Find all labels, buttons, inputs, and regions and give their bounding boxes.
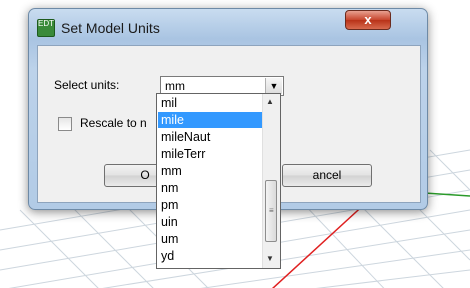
close-button[interactable]: x bbox=[345, 10, 391, 30]
list-item[interactable]: um bbox=[158, 231, 262, 247]
list-item[interactable]: mile bbox=[158, 112, 262, 128]
units-combobox-value: mm bbox=[165, 79, 185, 93]
grip-icon: ≡ bbox=[269, 206, 274, 215]
list-item[interactable]: nm bbox=[158, 180, 262, 196]
list-item[interactable]: uin bbox=[158, 214, 262, 230]
dropdown-scrollbar[interactable]: ▲ ≡ ▼ bbox=[262, 94, 280, 268]
scroll-up-icon[interactable]: ▲ bbox=[266, 97, 274, 106]
scrollbar-thumb[interactable]: ≡ bbox=[265, 180, 277, 242]
scroll-down-icon[interactable]: ▼ bbox=[266, 254, 274, 263]
list-item[interactable]: mileTerr bbox=[158, 146, 262, 162]
dialog-title: Set Model Units bbox=[61, 20, 160, 36]
rescale-checkbox[interactable] bbox=[58, 117, 72, 131]
chevron-down-icon[interactable]: ▼ bbox=[265, 78, 282, 94]
select-units-label: Select units: bbox=[54, 78, 120, 92]
list-item[interactable]: mm bbox=[158, 163, 262, 179]
list-item[interactable]: yd bbox=[158, 248, 262, 264]
dialog-titlebar[interactable]: EDT Set Model Units x bbox=[29, 9, 427, 43]
cancel-button[interactable]: ancel bbox=[282, 164, 372, 187]
rescale-label: Rescale to n bbox=[80, 116, 147, 130]
close-icon: x bbox=[364, 12, 372, 27]
list-item[interactable]: pm bbox=[158, 197, 262, 213]
list-item[interactable]: mil bbox=[158, 95, 262, 111]
app-logo-icon: EDT bbox=[37, 19, 55, 37]
app-logo-text: EDT bbox=[38, 19, 54, 28]
list-item[interactable]: mileNaut bbox=[158, 129, 262, 145]
units-dropdown-list[interactable]: mil mile mileNaut mileTerr mm nm pm uin … bbox=[156, 93, 281, 269]
